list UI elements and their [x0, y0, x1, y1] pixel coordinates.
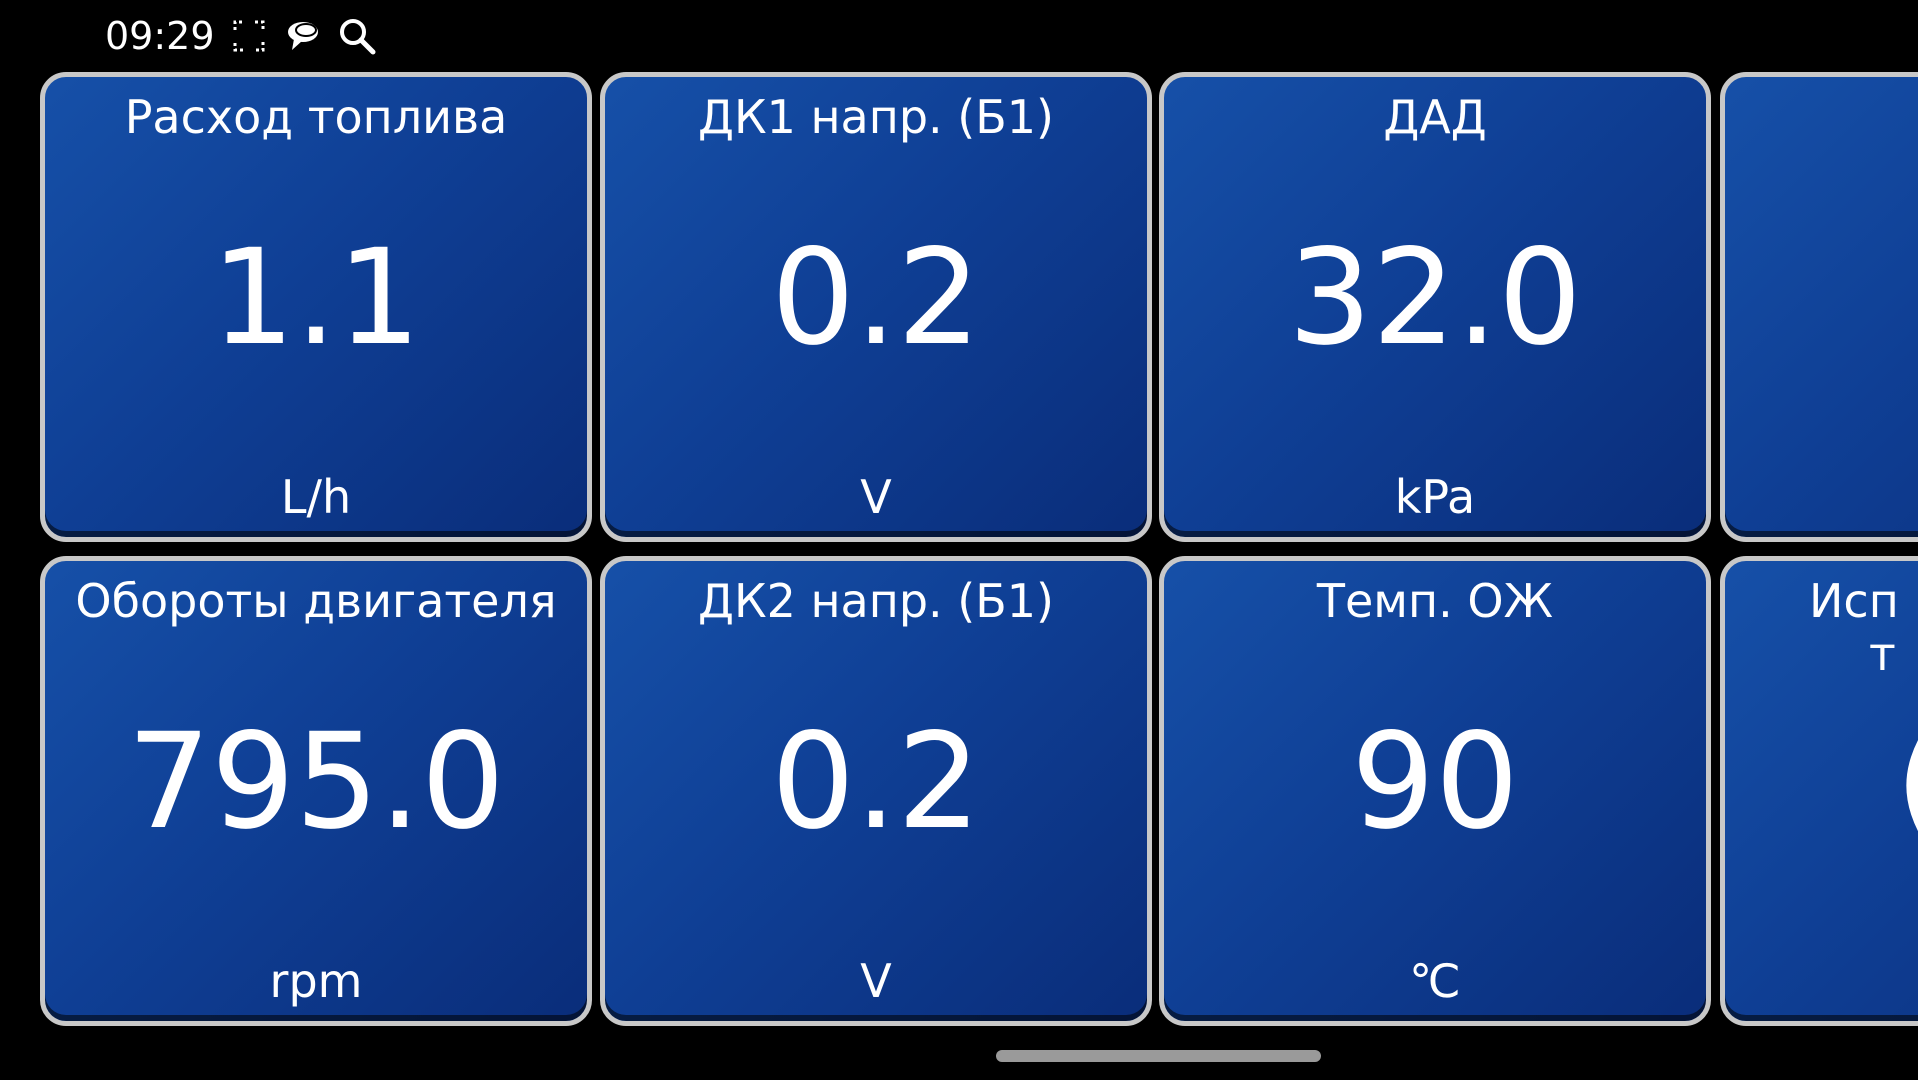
gauge-unit: rpm [269, 953, 363, 1008]
status-time: 09:29 [105, 14, 215, 58]
gauge-value: 32.0 [1288, 221, 1582, 375]
home-indicator[interactable] [996, 1050, 1321, 1062]
gauge-value: 0.2 [771, 705, 981, 859]
gauge-tile-coolant-temperature[interactable]: Темп. ОЖ 90 ℃ [1159, 556, 1711, 1026]
gauge-tile-engine-rpm[interactable]: Обороты двигателя 795.0 rpm [40, 556, 592, 1026]
gauge-title: Исп т [1725, 575, 1918, 681]
gauge-title: ДК2 напр. (Б1) [698, 574, 1054, 628]
gauge-grid: Расход топлива 1.1 L/h ДК1 напр. (Б1) 0.… [40, 72, 1918, 1036]
gauge-value: 795.0 [127, 705, 505, 859]
gauge-title: ДК1 напр. (Б1) [698, 90, 1054, 144]
gauge-value: 1.1 [211, 221, 421, 375]
gauge-tile-map-sensor[interactable]: ДАД 32.0 kPa [1159, 72, 1711, 542]
gauge-unit: V [860, 469, 892, 524]
gauge-tile-o2-sensor-1-voltage[interactable]: ДК1 напр. (Б1) 0.2 V [600, 72, 1152, 542]
gauge-unit: ℃ [1409, 953, 1461, 1008]
gauge-unit: kPa [1394, 469, 1476, 524]
status-bar: 09:29 [105, 10, 377, 62]
chat-bubbles-icon[interactable] [283, 16, 323, 56]
screen: 09:29 Расход топлива 1.1 L/h ДК1 напр. (… [0, 0, 1918, 1080]
gauge-title: Обороты двигателя [75, 574, 557, 628]
gauge-tile-fuel-consumption[interactable]: Расход топлива 1.1 L/h [40, 72, 592, 542]
gauge-value: ( [1725, 716, 1918, 848]
fullscreen-icon[interactable] [229, 16, 269, 56]
gauge-title: ДАД [1383, 90, 1487, 144]
gauge-value: 0.2 [771, 221, 981, 375]
gauge-title-line2: т [1869, 626, 1896, 681]
gauge-unit: L/h [280, 469, 352, 524]
gauge-value: 90 [1351, 705, 1519, 859]
gauge-unit: V [860, 953, 892, 1008]
gauge-tile-partial-top[interactable]: 0 [1720, 72, 1918, 542]
gauge-value: 0 [1725, 232, 1918, 364]
gauge-title: Темп. ОЖ [1316, 574, 1554, 628]
gauge-title-line1: Исп [1809, 574, 1899, 628]
gauge-tile-partial-bottom[interactable]: Исп т ( [1720, 556, 1918, 1026]
gauge-tile-o2-sensor-2-voltage[interactable]: ДК2 напр. (Б1) 0.2 V [600, 556, 1152, 1026]
gauge-title: Расход топлива [124, 90, 508, 144]
search-icon[interactable] [337, 16, 377, 56]
